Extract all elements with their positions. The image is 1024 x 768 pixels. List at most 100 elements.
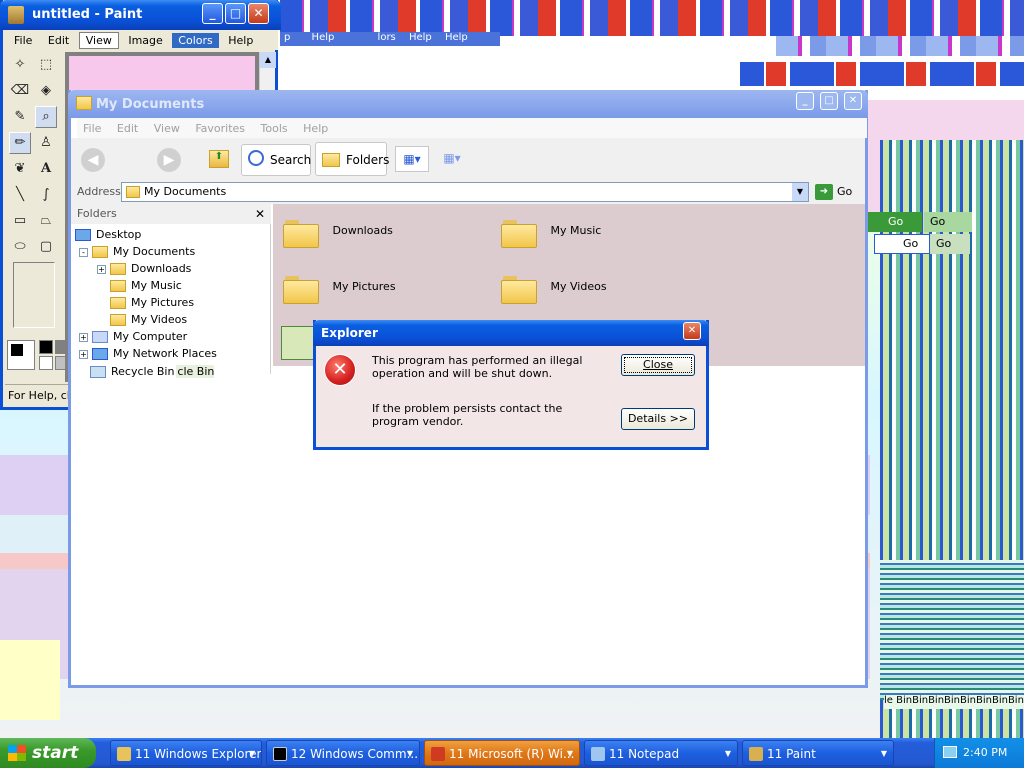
expand-icon[interactable]: +: [97, 264, 106, 274]
menu-favorites[interactable]: Favorites: [189, 121, 251, 136]
expand-icon[interactable]: +: [79, 332, 88, 342]
curve-icon[interactable]: ∫: [35, 184, 57, 206]
pencil-icon[interactable]: ✏: [9, 132, 31, 154]
line-icon[interactable]: ╲: [9, 184, 31, 206]
paint-icon: [749, 747, 763, 761]
paint-title-bar[interactable]: untitled - Paint _ □ ✕: [0, 0, 281, 30]
color-swatch[interactable]: [39, 340, 53, 354]
taskbar-paint[interactable]: 11 Paint ▼: [742, 740, 894, 766]
tree-item-my-computer[interactable]: + My Computer: [79, 328, 190, 345]
color-palette: [5, 336, 69, 376]
fill-icon[interactable]: ◈: [35, 80, 57, 102]
expand-icon[interactable]: +: [79, 349, 88, 359]
address-input[interactable]: My Documents ▼: [121, 182, 809, 202]
airbrush-icon[interactable]: ❦: [9, 158, 31, 180]
network-tray-icon[interactable]: [943, 746, 957, 758]
item-my-pictures[interactable]: My Pictures: [283, 270, 483, 310]
error-icon: ✕: [324, 354, 356, 386]
videos-folder-icon: [110, 314, 126, 326]
rect-select-icon[interactable]: ⬚: [35, 54, 57, 76]
color-swatch[interactable]: [39, 356, 53, 370]
explorer-title-bar[interactable]: My Documents _ □ ✕: [68, 90, 868, 118]
maximize-button[interactable]: □: [820, 92, 838, 110]
menu-edit[interactable]: Edit: [42, 33, 75, 48]
notepad-icon: [591, 747, 605, 761]
start-button[interactable]: start: [0, 738, 96, 768]
scroll-up-icon[interactable]: ▲: [260, 52, 276, 68]
forward-button[interactable]: ▶: [157, 148, 181, 172]
folders-button[interactable]: Folders: [315, 142, 389, 176]
minimize-button[interactable]: _: [202, 3, 223, 24]
go-button[interactable]: ➜ Go: [813, 182, 859, 202]
menu-view[interactable]: View: [148, 121, 186, 136]
ellipse-icon[interactable]: ⬭: [9, 236, 31, 258]
rectangle-icon[interactable]: ▭: [9, 210, 31, 232]
menu-edit[interactable]: Edit: [111, 121, 144, 136]
folders-pane: Folders ✕ Desktop - My Documents + Downloa…: [71, 204, 271, 374]
close-dialog-button[interactable]: Close: [621, 354, 695, 376]
free-select-icon[interactable]: ✧: [9, 54, 31, 76]
taskbar-notepad[interactable]: 11 Notepad ▼: [584, 740, 738, 766]
close-button[interactable]: ✕: [683, 322, 701, 340]
eraser-icon[interactable]: ⌫: [9, 80, 31, 102]
glitch-strip: [880, 560, 1024, 700]
address-label: Address: [77, 185, 121, 198]
up-folder-icon[interactable]: ⬆: [209, 150, 229, 168]
back-button[interactable]: ◀: [81, 148, 105, 172]
polygon-icon[interactable]: ⏢: [35, 210, 57, 232]
menu-help[interactable]: Help: [222, 33, 259, 48]
item-my-videos[interactable]: My Videos: [501, 270, 701, 310]
menu-image[interactable]: Image: [122, 33, 168, 48]
paint-menu-bar: File Edit View Image Colors Help: [8, 30, 278, 50]
magnifier-icon[interactable]: ⌕: [35, 106, 57, 128]
menu-colors[interactable]: Colors: [172, 33, 219, 48]
tree-item-network-places[interactable]: + My Network Places: [79, 345, 219, 362]
explorer-menu-bar: File Edit View Favorites Tools Help: [77, 118, 867, 138]
taskbar-windows-explorer[interactable]: 11 Windows Explorer ▼: [110, 740, 262, 766]
item-my-music[interactable]: My Music: [501, 214, 701, 254]
folder-icon: [283, 216, 319, 248]
tree-item-my-documents[interactable]: - My Documents: [79, 243, 198, 260]
tree-item-my-music[interactable]: My Music: [110, 277, 184, 294]
menu-view[interactable]: View: [78, 32, 119, 49]
dialog-title-bar[interactable]: Explorer ✕: [313, 320, 709, 346]
text-icon[interactable]: A: [35, 158, 57, 180]
search-button[interactable]: Search: [241, 144, 311, 176]
menu-file[interactable]: File: [77, 121, 107, 136]
tool-options-box[interactable]: [13, 262, 55, 328]
tree-item-my-videos[interactable]: My Videos: [110, 311, 190, 328]
ghost-menu-text: Help: [311, 32, 335, 43]
color-picker-icon[interactable]: ✎: [9, 106, 31, 128]
close-icon[interactable]: ✕: [255, 204, 265, 224]
close-button[interactable]: ✕: [844, 92, 862, 110]
rounded-rect-icon[interactable]: ▢: [35, 236, 57, 258]
views-button-ghost: ▦▾: [443, 151, 461, 165]
document-icon[interactable]: [281, 326, 317, 360]
brush-icon[interactable]: ♙: [35, 132, 57, 154]
ghost-menu-text: p: [284, 32, 291, 43]
folder-icon: [92, 246, 108, 258]
collapse-icon[interactable]: -: [79, 247, 88, 257]
menu-help[interactable]: Help: [297, 121, 334, 136]
maximize-button[interactable]: □: [225, 3, 246, 24]
views-button[interactable]: ▦▾: [395, 146, 429, 172]
tree-ghost-text: cle Bin: [176, 365, 215, 378]
taskbar-microsoft-wi[interactable]: 11 Microsoft (R) Wi... ▼: [424, 740, 580, 766]
menu-tools[interactable]: Tools: [255, 121, 294, 136]
menu-file[interactable]: File: [8, 33, 38, 48]
close-button[interactable]: ✕: [248, 3, 269, 24]
tree-item-recycle-bin[interactable]: Recycle Bin cle Bin: [90, 363, 215, 380]
minimize-button[interactable]: _: [796, 92, 814, 110]
tree-item-desktop[interactable]: Desktop: [75, 226, 144, 243]
details-button[interactable]: Details >>: [621, 408, 695, 430]
tree-item-my-pictures[interactable]: My Pictures: [110, 294, 197, 311]
chevron-down-icon[interactable]: ▼: [792, 183, 808, 201]
item-downloads[interactable]: Downloads: [283, 214, 483, 254]
taskbar-windows-command[interactable]: 12 Windows Comm... ▼: [266, 740, 420, 766]
error-message: This program has performed an illegal op…: [372, 354, 583, 380]
media-player-icon: [431, 747, 445, 761]
current-colors-icon: [7, 340, 35, 370]
glitch-strip: [280, 0, 1024, 36]
ghost-menu-text: lors: [377, 32, 396, 43]
tree-item-downloads[interactable]: + Downloads: [97, 260, 194, 277]
